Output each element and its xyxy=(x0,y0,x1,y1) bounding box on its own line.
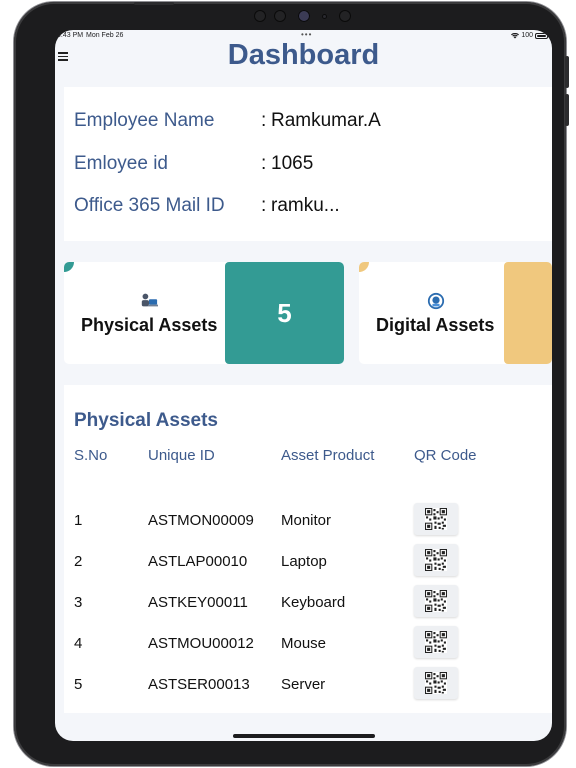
cell-asset-product: Keyboard xyxy=(281,594,346,611)
qr-code-button[interactable] xyxy=(414,585,458,617)
cell-asset-product: Monitor xyxy=(281,512,332,529)
digital-assets-tile[interactable]: Digital Assets xyxy=(359,262,552,364)
employee-id-value: 1065 xyxy=(271,153,314,174)
wifi-icon xyxy=(511,32,520,38)
volume-up-button xyxy=(565,56,569,88)
cell-unique-id: ASTKEY00011 xyxy=(148,594,248,611)
power-button xyxy=(134,2,174,5)
qr-code-icon xyxy=(425,508,447,530)
cell-sno: 4 xyxy=(74,635,83,652)
cell-sno: 5 xyxy=(74,676,83,693)
employee-name-value: Ramkumar.A xyxy=(271,110,381,131)
assets-table-title: Physical Assets xyxy=(74,410,218,431)
cell-sno: 3 xyxy=(74,594,83,611)
table-row: 2 ASTLAP00010 Laptop xyxy=(64,544,552,580)
employee-name-label: Employee Name xyxy=(74,110,215,131)
page-title: Dashboard xyxy=(227,39,380,71)
digital-assets-label: Digital Assets xyxy=(376,315,495,335)
cell-asset-product: Laptop xyxy=(281,553,327,570)
tile-corner-accent xyxy=(64,262,74,272)
cell-unique-id: ASTLAP00010 xyxy=(148,553,248,570)
separator: : xyxy=(261,195,267,216)
camera-icon xyxy=(298,10,310,22)
status-time: 5:43 PM xyxy=(57,32,84,39)
sensor-icon xyxy=(254,10,266,22)
cell-asset-product: Server xyxy=(281,676,326,693)
column-header-sno: S.No xyxy=(74,447,108,464)
status-indicators: 100 xyxy=(511,32,548,39)
volume-down-button xyxy=(565,94,569,126)
cell-unique-id: ASTSER00013 xyxy=(148,676,250,693)
qr-code-button[interactable] xyxy=(414,667,458,699)
employee-id-label: Emloyee id xyxy=(74,153,168,174)
tile-corner-accent xyxy=(359,262,369,272)
column-header-unique-id: Unique ID xyxy=(148,447,215,464)
battery-icon xyxy=(535,32,548,39)
table-row: 3 ASTKEY00011 Keyboard xyxy=(64,585,552,621)
camera-bar xyxy=(254,10,364,22)
table-row: 5 ASTSER00013 Server xyxy=(64,667,552,703)
column-header-asset-product: Asset Product xyxy=(281,447,375,464)
cell-asset-product: Mouse xyxy=(281,635,327,652)
digital-assets-count xyxy=(504,262,552,364)
physical-assets-tile[interactable]: Physical Assets 5 xyxy=(64,262,344,364)
digital-assets-icon xyxy=(427,292,445,310)
employee-mail-value: ramku... xyxy=(271,195,340,216)
app-screen: 5:43 PM Mon Feb 26 ••• 100 Dashboard Emp… xyxy=(55,30,552,741)
physical-assets-label: Physical Assets xyxy=(81,315,218,335)
status-date: Mon Feb 26 xyxy=(86,32,124,39)
cell-unique-id: ASTMOU00012 xyxy=(148,635,254,652)
qr-code-icon xyxy=(425,631,447,653)
physical-assets-icon xyxy=(141,293,158,307)
battery-percent: 100 xyxy=(521,32,533,39)
sensor-icon xyxy=(322,14,327,19)
tablet-frame: 5:43 PM Mon Feb 26 ••• 100 Dashboard Emp… xyxy=(14,2,569,766)
column-header-qr-code: QR Code xyxy=(414,447,477,464)
cell-unique-id: ASTMON00009 xyxy=(148,512,254,529)
sensor-icon xyxy=(339,10,351,22)
cell-sno: 2 xyxy=(74,553,83,570)
separator: : xyxy=(261,153,267,174)
physical-assets-table-card: Physical Assets S.No Unique ID Asset Pro… xyxy=(64,385,552,713)
cell-sno: 1 xyxy=(74,512,83,529)
qr-code-button[interactable] xyxy=(414,503,458,535)
table-row: 1 ASTMON00009 Monitor xyxy=(64,503,552,539)
qr-code-icon xyxy=(425,590,447,612)
employee-mail-label: Office 365 Mail ID xyxy=(74,195,225,216)
physical-assets-count: 5 xyxy=(225,262,344,364)
separator: : xyxy=(261,110,267,131)
multitasking-dots-icon[interactable]: ••• xyxy=(301,30,312,39)
home-indicator[interactable] xyxy=(233,734,375,738)
qr-code-button[interactable] xyxy=(414,544,458,576)
qr-code-button[interactable] xyxy=(414,626,458,658)
qr-code-icon xyxy=(425,672,447,694)
employee-info-card: Employee Name : Ramkumar.A Emloyee id : … xyxy=(64,87,552,241)
qr-code-icon xyxy=(425,549,447,571)
table-row: 4 ASTMOU00012 Mouse xyxy=(64,626,552,662)
sensor-icon xyxy=(274,10,286,22)
